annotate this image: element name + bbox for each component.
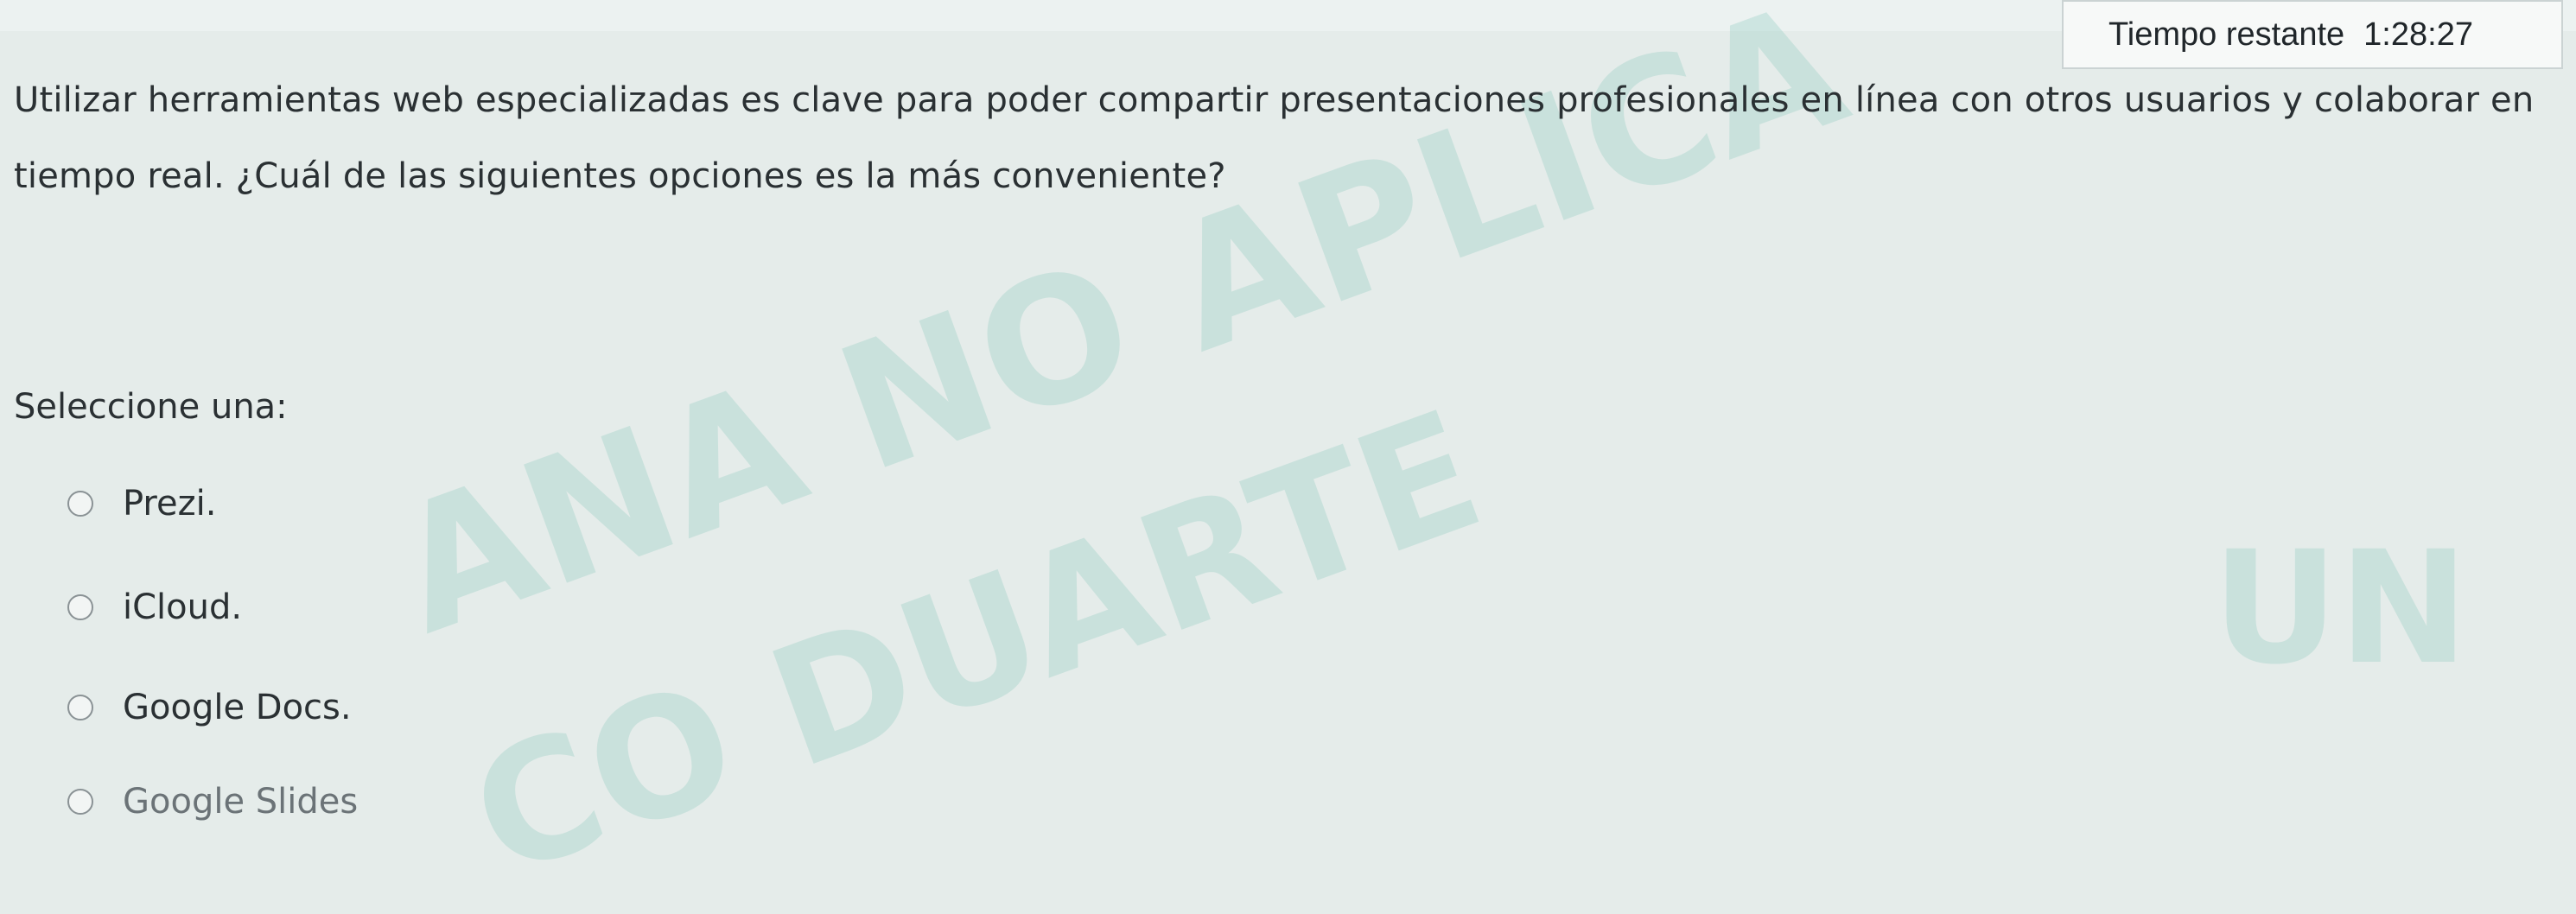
time-remaining: Tiempo restante 1:28:27 <box>2062 0 2563 69</box>
option-label: iCloud. <box>123 587 243 627</box>
watermark-line2: CO DUARTE <box>449 374 1504 914</box>
option-google-docs[interactable]: Google Docs. <box>67 688 352 727</box>
radio-button[interactable] <box>67 695 93 720</box>
radio-button[interactable] <box>67 594 93 620</box>
select-one-prompt: Seleccione una: <box>14 387 288 427</box>
option-google-slides[interactable]: Google Slides <box>67 782 358 822</box>
option-icloud[interactable]: iCloud. <box>67 587 242 627</box>
time-remaining-value: 1:28:27 <box>2363 16 2473 53</box>
time-remaining-label: Tiempo restante <box>2109 16 2345 53</box>
option-prezi[interactable]: Prezi. <box>67 484 216 524</box>
question-text: Utilizar herramientas web especializadas… <box>14 80 2535 196</box>
radio-button[interactable] <box>67 491 93 517</box>
radio-button[interactable] <box>67 789 93 815</box>
watermark-corner: UN <box>2212 518 2469 699</box>
option-label: Prezi. <box>123 484 217 524</box>
option-label: Google Slides <box>123 782 359 822</box>
option-label: Google Docs. <box>123 688 352 727</box>
